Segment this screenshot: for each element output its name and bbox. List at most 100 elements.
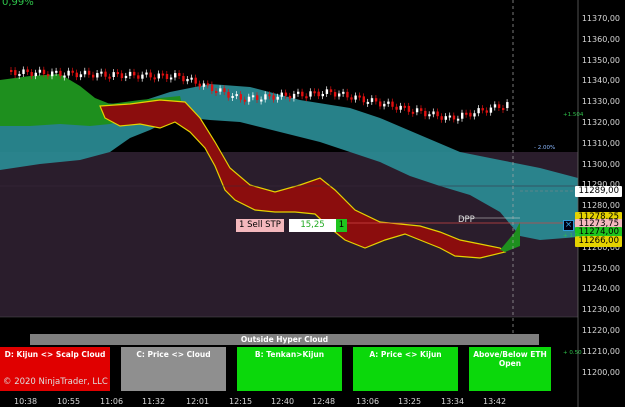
time-axis-label: 11:06 — [100, 397, 124, 406]
candle — [116, 72, 119, 75]
candle — [202, 83, 206, 87]
candle — [165, 73, 169, 79]
candle — [178, 73, 181, 76]
candle — [145, 72, 148, 75]
status-eth-open: Above/Below ETH Open — [469, 347, 551, 391]
candle — [18, 73, 21, 76]
candle — [268, 94, 271, 97]
order-label[interactable]: 1 Sell STP — [236, 219, 284, 232]
note-plus100: + 1.00 — [563, 233, 582, 239]
candle — [395, 106, 398, 110]
candle — [383, 103, 386, 107]
candle — [321, 93, 324, 97]
price-axis-label: 11350,00 — [581, 55, 620, 65]
order-count[interactable]: 1 — [336, 219, 347, 232]
candle — [79, 74, 83, 78]
price-axis-label: 11280,00 — [581, 201, 620, 211]
candle — [210, 84, 214, 91]
candle — [260, 99, 263, 102]
candle — [452, 115, 456, 120]
candle — [502, 108, 505, 111]
candle — [292, 93, 296, 99]
candle — [506, 102, 509, 109]
candle — [288, 95, 292, 99]
candle — [235, 94, 238, 97]
candle — [432, 111, 435, 115]
candle — [182, 75, 185, 82]
candle — [374, 98, 378, 102]
hyper-cloud-bar: Outside Hyper Cloud — [30, 334, 539, 345]
copyright: © 2020 NinjaTrader, LLC — [3, 377, 108, 387]
candle — [391, 101, 394, 107]
candle — [124, 75, 128, 79]
candle — [280, 92, 283, 97]
candle — [26, 69, 29, 73]
price-tag-kijun: 11266,00 — [575, 236, 622, 247]
time-axis-label: 10:38 — [14, 397, 38, 406]
price-axis-label: 11210,00 — [581, 346, 620, 356]
close-order-icon[interactable]: × — [563, 220, 574, 231]
candle — [358, 95, 361, 98]
candle — [366, 101, 370, 104]
candle — [493, 104, 497, 108]
candle — [174, 73, 177, 78]
candle — [149, 72, 152, 78]
price-axis-label: 11360,00 — [581, 34, 620, 44]
candle — [338, 93, 341, 97]
candle — [489, 107, 493, 113]
status-price-cloud: C: Price <> Cloud — [121, 347, 226, 391]
candle — [108, 76, 111, 79]
candle — [370, 98, 374, 102]
candle — [350, 97, 353, 100]
candle — [186, 78, 189, 82]
candle — [30, 72, 33, 77]
candle — [206, 83, 210, 86]
candle — [415, 108, 419, 113]
candle — [420, 108, 423, 111]
candle — [387, 101, 390, 104]
candle — [309, 91, 312, 97]
candle — [313, 91, 316, 94]
candle — [243, 99, 247, 102]
candle — [379, 101, 382, 107]
candle — [239, 94, 242, 100]
candle — [104, 71, 107, 77]
candle — [424, 110, 427, 117]
candle — [329, 89, 333, 93]
candle — [272, 95, 275, 100]
candle — [112, 72, 115, 77]
candle — [362, 96, 365, 103]
note-plus1504: +1.504 — [563, 112, 584, 118]
candle — [63, 75, 66, 78]
percent-change: 0,99% — [2, 0, 34, 8]
candle — [59, 70, 62, 76]
candle — [428, 114, 431, 117]
candle — [46, 74, 50, 77]
price-axis-label: 11200,00 — [581, 367, 620, 377]
candle — [157, 73, 160, 79]
price-axis-label: 11230,00 — [581, 305, 620, 315]
candle — [469, 112, 472, 117]
price-axis-label: 11220,00 — [581, 326, 620, 335]
candle — [38, 69, 42, 73]
candle — [264, 94, 267, 100]
candle — [231, 95, 234, 98]
candle — [215, 90, 218, 93]
candle — [473, 113, 476, 117]
candle — [223, 88, 226, 92]
candle — [325, 89, 329, 94]
candle — [219, 88, 222, 92]
candle — [100, 71, 103, 74]
time-axis-label: 12:15 — [229, 397, 253, 406]
candle — [440, 116, 443, 120]
candle — [34, 72, 37, 77]
price-axis-label: 11240,00 — [581, 284, 620, 294]
candle — [436, 111, 439, 117]
candle — [87, 70, 91, 75]
order-quantity[interactable]: 15,25 — [289, 219, 336, 232]
price-chart[interactable] — [0, 0, 625, 407]
price-tag-last: 11289,00 — [575, 186, 622, 197]
candle — [169, 77, 173, 80]
candle — [465, 112, 468, 115]
dpp-label: DPP — [458, 215, 475, 225]
